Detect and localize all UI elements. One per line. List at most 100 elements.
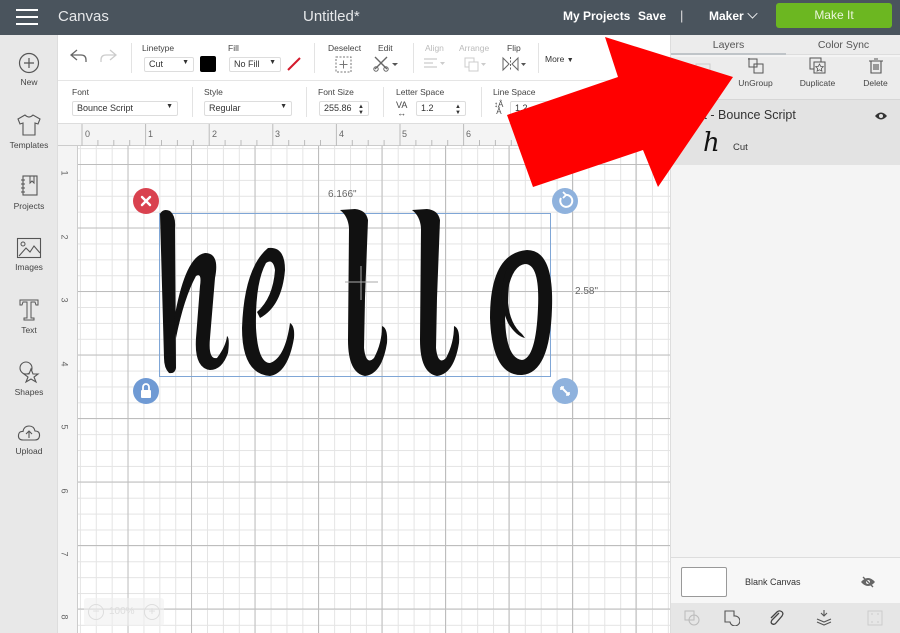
ungroup-label: UnGroup bbox=[738, 78, 773, 88]
save-button[interactable]: Save bbox=[638, 9, 666, 23]
ruler-label: 8 bbox=[59, 614, 70, 620]
glyph-e bbox=[242, 247, 295, 376]
ungroup-button[interactable]: UnGroup bbox=[728, 57, 783, 88]
fill-label: Fill bbox=[228, 43, 239, 53]
layer-group-row[interactable]: Text - Bounce Script h Cut bbox=[671, 99, 900, 165]
style-select[interactable]: Regular ▼ bbox=[204, 101, 292, 116]
duplicate-button[interactable]: Duplicate bbox=[790, 57, 845, 88]
eye-icon[interactable] bbox=[874, 111, 888, 121]
lock-handle[interactable] bbox=[133, 378, 159, 404]
sidebar-item-text[interactable]: Text bbox=[0, 298, 58, 335]
tab-color-sync[interactable]: Color Sync bbox=[786, 35, 900, 55]
sidebar-item-projects[interactable]: Projects bbox=[0, 174, 58, 211]
arrange-label: Arrange bbox=[459, 43, 490, 53]
align-label: Align bbox=[425, 43, 444, 53]
shapes-icon bbox=[19, 361, 40, 384]
eye-hidden-icon[interactable] bbox=[860, 576, 876, 588]
rotate-handle[interactable] bbox=[552, 188, 578, 214]
horizontal-ruler: 0 1 2 3 4 5 6 bbox=[58, 124, 670, 146]
machine-selector[interactable]: Maker bbox=[709, 9, 744, 23]
lock-icon bbox=[141, 383, 151, 398]
arrange-icon bbox=[464, 57, 486, 72]
blank-canvas-row[interactable]: Blank Canvas bbox=[671, 557, 900, 603]
contour-icon bbox=[867, 610, 883, 626]
divider bbox=[538, 43, 539, 73]
letter-space-icon: VA ↔ bbox=[396, 100, 408, 118]
style-label: Style bbox=[204, 87, 223, 97]
image-icon bbox=[16, 237, 42, 259]
caret-down-icon: ▼ bbox=[566, 57, 574, 64]
sidebar-item-images[interactable]: Images bbox=[0, 237, 58, 272]
group-icon[interactable] bbox=[695, 63, 711, 77]
more-label: More bbox=[545, 54, 565, 64]
sidebar-label: Text bbox=[21, 325, 37, 335]
divider bbox=[383, 87, 384, 117]
no-fill-swatch-icon[interactable] bbox=[286, 56, 302, 72]
sidebar-item-new[interactable]: New bbox=[0, 52, 58, 87]
deselect-icon[interactable] bbox=[335, 56, 352, 73]
font-size-value: 255.86 bbox=[324, 103, 352, 113]
flatten-icon[interactable] bbox=[815, 609, 833, 627]
zoom-out-button[interactable]: − bbox=[88, 604, 104, 620]
redo-icon[interactable] bbox=[99, 49, 117, 63]
align-icon bbox=[424, 58, 445, 68]
duplicate-icon bbox=[809, 57, 825, 74]
flip-icon[interactable] bbox=[501, 56, 527, 72]
zoom-in-button[interactable]: + bbox=[144, 604, 160, 620]
more-menu-button[interactable]: More ▼ bbox=[545, 54, 574, 64]
glyph-h-arch bbox=[174, 253, 229, 370]
canvas-swatch[interactable] bbox=[681, 567, 727, 597]
edit-label: Edit bbox=[378, 43, 393, 53]
sidebar-item-templates[interactable]: Templates bbox=[0, 113, 58, 150]
sidebar-label: Projects bbox=[13, 201, 45, 211]
weld-icon[interactable] bbox=[724, 610, 740, 626]
chevron-down-icon[interactable] bbox=[747, 8, 758, 19]
fill-select[interactable]: No Fill ▼ bbox=[229, 57, 281, 72]
resize-handle[interactable] bbox=[552, 378, 578, 404]
stepper-icon[interactable]: ▲ ▼ bbox=[358, 104, 364, 116]
design-canvas[interactable]: 6.166" 2.58" − 100% + bbox=[78, 146, 670, 633]
height-dimension: 2.58" bbox=[575, 286, 599, 297]
attach-paperclip-icon[interactable] bbox=[768, 609, 784, 627]
document-title[interactable]: Untitled* bbox=[303, 8, 360, 25]
hello-text-object[interactable] bbox=[160, 208, 554, 384]
dropdown-arrow-icon: ▼ bbox=[166, 103, 173, 110]
linetype-select[interactable]: Cut ▼ bbox=[144, 57, 194, 72]
letter-space-input[interactable]: 1.2 ▲ ▼ bbox=[416, 101, 466, 116]
stepper-icon[interactable]: ▲ ▼ bbox=[455, 104, 461, 116]
sidebar-label: Images bbox=[15, 262, 43, 272]
sidebar-item-upload[interactable]: Upload bbox=[0, 423, 58, 456]
flip-label: Flip bbox=[507, 43, 521, 53]
layer-operation: Cut bbox=[733, 142, 748, 153]
delete-label: Delete bbox=[863, 78, 888, 88]
line-space-input[interactable]: 1.2 bbox=[510, 101, 560, 116]
letter-space-label: Letter Space bbox=[396, 87, 445, 97]
edit-toolbar: Linetype Cut ▼ Fill No Fill ▼ Deselect Edi… bbox=[58, 35, 670, 81]
font-select[interactable]: Bounce Script ▼ bbox=[72, 101, 178, 116]
ruler-label: 4 bbox=[59, 361, 70, 367]
my-projects-link[interactable]: My Projects bbox=[563, 9, 630, 23]
font-label: Font bbox=[72, 87, 90, 97]
letter-space-value: 1.2 bbox=[421, 103, 434, 113]
font-value: Bounce Script bbox=[77, 103, 134, 113]
topbar-separator: | bbox=[680, 8, 684, 23]
font-size-input[interactable]: 255.86 ▲ ▼ bbox=[319, 101, 369, 116]
edit-scissors-icon[interactable] bbox=[373, 55, 399, 73]
sidebar-item-shapes[interactable]: Shapes bbox=[0, 360, 58, 397]
undo-icon[interactable] bbox=[70, 49, 88, 63]
layers-panel: Layers Color Sync UnGroup Duplicate Dele… bbox=[670, 35, 900, 633]
sidebar-label: Shapes bbox=[14, 387, 44, 397]
make-it-button[interactable]: Make It bbox=[776, 3, 892, 28]
hamburger-menu-icon[interactable] bbox=[16, 9, 38, 25]
dropdown-arrow-icon: ▼ bbox=[269, 59, 276, 66]
glyph-h-stem bbox=[160, 210, 176, 374]
style-value: Regular bbox=[209, 103, 241, 113]
line-space-value: 1.2 bbox=[515, 103, 528, 113]
tab-layers[interactable]: Layers bbox=[671, 35, 786, 55]
delete-button[interactable]: Delete bbox=[848, 57, 900, 88]
dropdown-arrow-icon: ▼ bbox=[182, 59, 189, 66]
delete-handle[interactable] bbox=[133, 188, 159, 214]
linetype-color-swatch[interactable] bbox=[200, 56, 216, 72]
resize-icon bbox=[560, 386, 570, 396]
fill-value: No Fill bbox=[234, 59, 260, 69]
